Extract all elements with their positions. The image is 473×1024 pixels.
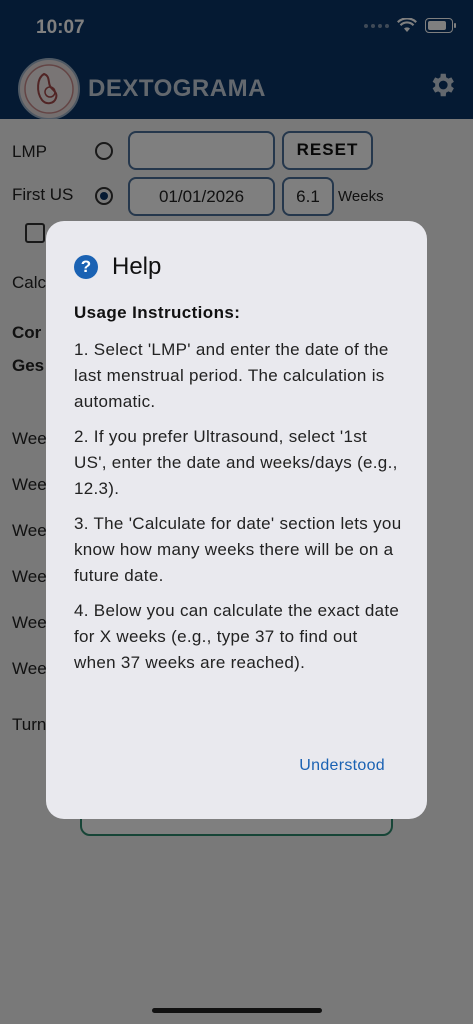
- home-indicator[interactable]: [152, 1008, 322, 1013]
- help-circle-icon: ?: [74, 255, 98, 279]
- instruction-3: 3. The 'Calculate for date' section lets…: [74, 514, 402, 585]
- dialog-header: ? Help: [74, 253, 161, 281]
- dialog-body: Usage Instructions: 1. Select 'LMP' and …: [74, 303, 404, 685]
- understood-button[interactable]: Understood: [299, 757, 385, 775]
- instruction-2: 2. If you prefer Ultrasound, select '1st…: [74, 427, 398, 498]
- help-dialog: ? Help Usage Instructions: 1. Select 'LM…: [46, 221, 427, 819]
- instruction-1: 1. Select 'LMP' and enter the date of th…: [74, 340, 389, 411]
- instruction-4: 4. Below you can calculate the exact dat…: [74, 601, 400, 672]
- dialog-heading: Usage Instructions:: [74, 303, 241, 322]
- dialog-title: Help: [112, 253, 162, 280]
